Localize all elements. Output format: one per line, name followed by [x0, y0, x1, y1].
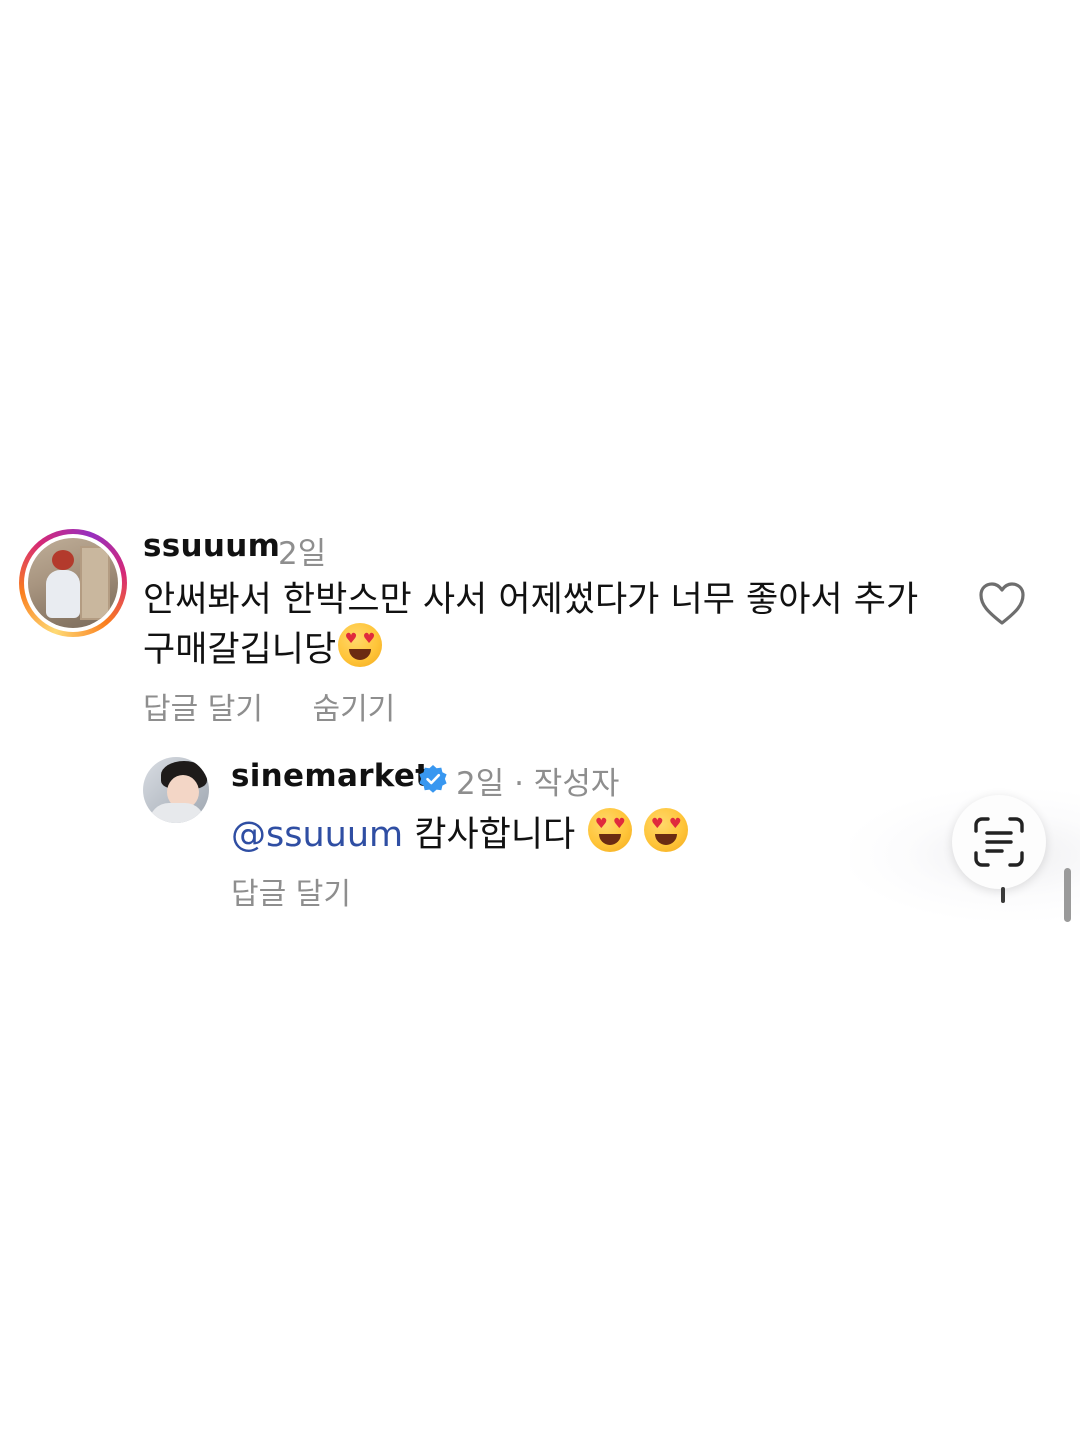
live-text-scan-icon: [974, 817, 1024, 867]
ssuuum-avatar: [28, 538, 118, 628]
sinemarket-avatar[interactable]: [143, 757, 209, 823]
heart-eyes-emoji-icon: ♥ ♥: [588, 808, 633, 852]
reply-meta: 2일 · 작성자: [456, 766, 620, 802]
verified-badge-icon: [418, 764, 448, 794]
ssuuum-avatar-story-ring[interactable]: [19, 529, 127, 637]
reply-actions: 답글 달기: [231, 869, 351, 913]
parent-comment-username[interactable]: ssuuum: [143, 528, 280, 564]
live-text-scan-button[interactable]: [952, 795, 1046, 889]
parent-comment-time: 2일: [278, 536, 327, 572]
hide-button[interactable]: 숨기기: [312, 692, 395, 727]
scrollbar[interactable]: [1064, 868, 1071, 922]
heart-outline-icon[interactable]: [978, 581, 1026, 627]
screen: ssuuum 2일 안써봐서 한박스만 사서 어제썼다가 너무 좋아서 추가구매…: [0, 0, 1080, 1439]
heart-eyes-emoji-icon: ♥ ♥: [338, 623, 383, 667]
parent-comment-body: 안써봐서 한박스만 사서 어제썼다가 너무 좋아서 추가구매갈깁니당: [143, 580, 919, 670]
reply-button[interactable]: 답글 달기: [231, 877, 351, 912]
heart-eyes-emoji-icon: ♥ ♥: [644, 808, 689, 852]
reply-button[interactable]: 답글 달기: [143, 692, 263, 727]
reply-body: 캄사합니다: [403, 815, 587, 855]
parent-comment-actions: 답글 달기 숨기기: [143, 684, 435, 728]
reply-text: @ssuuum 캄사합니다 ♥ ♥ ♥ ♥: [231, 808, 689, 859]
scroll-tick: [1001, 887, 1005, 903]
reply-username[interactable]: sinemarket: [231, 758, 430, 794]
parent-comment-text: 안써봐서 한박스만 사서 어제썼다가 너무 좋아서 추가구매갈깁니당 ♥ ♥: [143, 578, 933, 673]
mention-link[interactable]: @ssuuum: [231, 815, 403, 855]
